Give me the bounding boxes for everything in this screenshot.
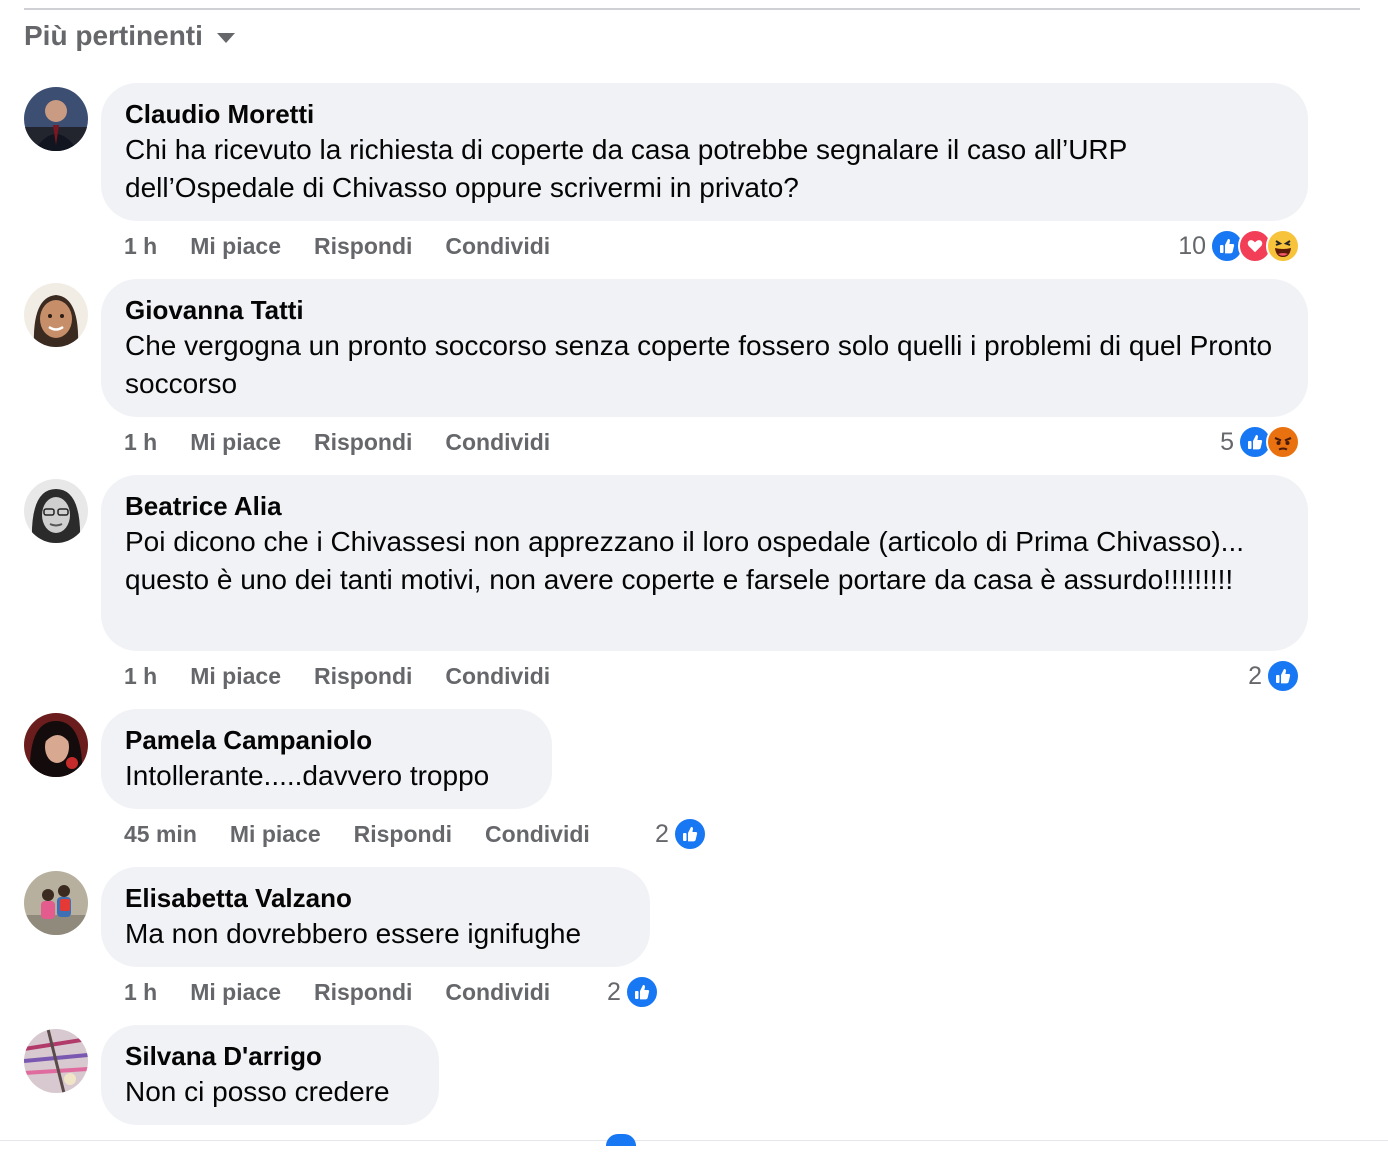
comment-timestamp[interactable]: 1 h — [124, 429, 157, 456]
reply-action[interactable]: Rispondi — [314, 663, 412, 690]
reaction-summary[interactable]: 2 — [1248, 659, 1300, 693]
comment-bubble: Pamela Campaniolo Intollerante.....davve… — [101, 709, 552, 809]
comment-actions: 1 h Mi piace Rispondi Condividi — [124, 229, 583, 263]
angry-reaction-icon — [1266, 425, 1300, 459]
share-action[interactable]: Condividi — [445, 979, 550, 1006]
comment-bubble: Elisabetta Valzano Ma non dovrebbero ess… — [101, 867, 650, 967]
comment-author[interactable]: Beatrice Alia — [125, 489, 1284, 523]
comment-text: Ma non dovrebbero essere ignifughe — [125, 918, 582, 949]
avatar[interactable] — [24, 87, 88, 151]
comment-author[interactable]: Silvana D'arrigo — [125, 1039, 415, 1073]
comment-timestamp[interactable]: 1 h — [124, 233, 157, 260]
reply-action[interactable]: Rispondi — [314, 979, 412, 1006]
reaction-summary[interactable]: 5 — [1220, 425, 1300, 459]
like-reaction-icon — [1266, 659, 1300, 693]
share-action[interactable]: Condividi — [445, 663, 550, 690]
comment-author[interactable]: Claudio Moretti — [125, 97, 1284, 131]
reaction-count: 2 — [607, 977, 621, 1006]
share-action[interactable]: Condividi — [445, 233, 550, 260]
avatar[interactable] — [24, 871, 88, 935]
sort-label: Più pertinenti — [24, 20, 203, 51]
share-action[interactable]: Condividi — [485, 821, 590, 848]
reaction-summary[interactable]: 10 — [1178, 229, 1300, 263]
like-action[interactable]: Mi piace — [230, 821, 321, 848]
sort-dropdown[interactable]: Più pertinenti — [24, 20, 235, 52]
reply-action[interactable]: Rispondi — [354, 821, 452, 848]
reaction-count: 10 — [1178, 231, 1206, 260]
comment-text: Chi ha ricevuto la richiesta di coperte … — [125, 134, 1127, 203]
comment-timestamp[interactable]: 1 h — [124, 979, 157, 1006]
like-reaction-icon — [672, 817, 707, 851]
comment-actions: 1 h Mi piace Rispondi Condividi — [124, 425, 583, 459]
haha-reaction-icon — [1266, 229, 1300, 263]
comment-author[interactable]: Giovanna Tatti — [125, 293, 1284, 327]
divider — [24, 8, 1360, 10]
reply-action[interactable]: Rispondi — [314, 429, 412, 456]
avatar[interactable] — [24, 283, 88, 347]
comment-author[interactable]: Pamela Campaniolo — [125, 723, 528, 757]
caret-down-icon — [216, 33, 235, 43]
comment-actions: 1 h Mi piace Rispondi Condividi — [124, 975, 583, 1009]
comment-bubble: Beatrice Alia Poi dicono che i Chivasses… — [101, 475, 1308, 651]
comment-actions: 45 min Mi piace Rispondi Condividi — [124, 817, 623, 851]
like-reaction-icon — [606, 1134, 636, 1146]
comment-actions: 1 h Mi piace Rispondi Condividi — [124, 659, 583, 693]
comment-timestamp[interactable]: 45 min — [124, 821, 197, 848]
divider — [0, 1140, 1388, 1141]
reaction-count: 2 — [655, 819, 669, 848]
comment-timestamp[interactable]: 1 h — [124, 663, 157, 690]
comment-text: Intollerante.....davvero troppo — [125, 760, 490, 791]
reaction-summary[interactable]: 2 — [607, 975, 659, 1009]
reaction-count: 2 — [1248, 661, 1262, 690]
comment-bubble: Silvana D'arrigo Non ci posso credere — [101, 1025, 439, 1125]
avatar[interactable] — [24, 713, 88, 777]
reaction-count: 5 — [1220, 427, 1234, 456]
reaction-summary[interactable]: 2 — [655, 817, 707, 851]
like-action[interactable]: Mi piace — [190, 429, 281, 456]
comment-bubble: Giovanna Tatti Che vergogna un pronto so… — [101, 279, 1308, 417]
like-reaction-icon — [624, 975, 659, 1009]
like-action[interactable]: Mi piace — [190, 979, 281, 1006]
comment-author[interactable]: Elisabetta Valzano — [125, 881, 626, 915]
like-action[interactable]: Mi piace — [190, 663, 281, 690]
comment-text: Poi dicono che i Chivassesi non apprezza… — [125, 526, 1245, 595]
avatar[interactable] — [24, 1029, 88, 1093]
comment-text: Non ci posso credere — [125, 1076, 390, 1107]
avatar[interactable] — [24, 479, 88, 543]
share-action[interactable]: Condividi — [445, 429, 550, 456]
comment-text: Che vergogna un pronto soccorso senza co… — [125, 330, 1273, 399]
reply-action[interactable]: Rispondi — [314, 233, 412, 260]
comment-bubble: Claudio Moretti Chi ha ricevuto la richi… — [101, 83, 1308, 221]
like-action[interactable]: Mi piace — [190, 233, 281, 260]
